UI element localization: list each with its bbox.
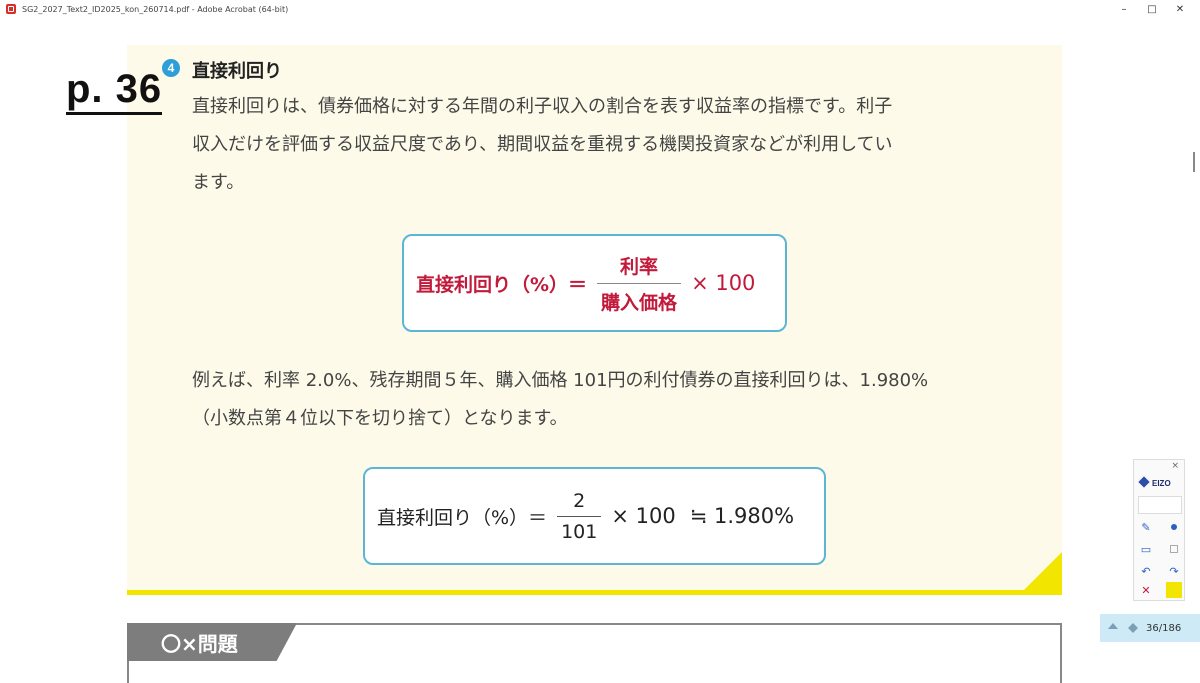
maximize-button[interactable]: □: [1138, 0, 1166, 18]
pen-dot-icon[interactable]: [1166, 520, 1182, 534]
formula-definition-box: 直接利回り（%）＝ 利率 購入価格 × 100: [402, 234, 787, 332]
toolbar-close-icon[interactable]: ×: [1171, 461, 1179, 471]
formula-denominator: 購入価格: [597, 282, 682, 315]
redo-icon[interactable]: ↷: [1166, 564, 1182, 578]
hand-tool-button[interactable]: [1138, 496, 1182, 514]
example-paragraph: 例えば、利率 2.0%、残存期間５年、購入価格 101円の利付債券の直接利回りは…: [192, 362, 1037, 438]
section-number-badge: 4: [162, 59, 180, 77]
page-up-icon[interactable]: [1108, 623, 1118, 629]
formula-example-box: 直接利回り（%）＝ 2 101 × 100 ≒ 1.980%: [363, 467, 826, 565]
intro-line-2: 収入だけを評価する収益尺度であり、期間収益を重視する機関投資家などが利用してい: [192, 134, 893, 155]
intro-line-3: ます。: [192, 172, 245, 193]
example-result: ≒ 1.980%: [689, 504, 795, 528]
page-number-label: p. 36: [66, 68, 163, 115]
section-heading: 直接利回り: [192, 61, 282, 82]
page-nav-icon[interactable]: [1128, 623, 1138, 633]
formula-numerator: 利率: [620, 255, 659, 278]
example-line-2: （小数点第４位以下を切り捨て）となります。: [192, 408, 568, 429]
window-controls: – □ ✕: [1110, 0, 1194, 18]
formula-fraction: 利率 購入価格: [597, 252, 682, 315]
page-counter: 36/186: [1146, 622, 1182, 634]
window-title: SG2_2027_Text2_ID2025_kon_260714.pdf - A…: [22, 4, 289, 14]
panel-corner-decoration: [1022, 552, 1062, 592]
intro-line-1: 直接利回りは、債券価格に対する年間の利子収入の割合を表す収益率の指標です。利子: [192, 96, 893, 117]
example-formula-fraction: 2 101: [557, 489, 602, 543]
example-multiplier: × 100: [611, 504, 676, 528]
example-line-1: 例えば、利率 2.0%、残存期間５年、購入価格 101円の利付債券の直接利回りは…: [192, 370, 929, 391]
eizo-pen-toolbar: × EIZO ✎ ▭ ↶ ↷ ✕: [1133, 459, 1185, 601]
eraser-icon[interactable]: ▭: [1138, 542, 1154, 556]
example-numerator: 2: [573, 489, 586, 512]
example-formula-label: 直接利回り（%）＝: [377, 506, 548, 529]
formula-label: 直接利回り（%）＝: [416, 273, 588, 296]
intro-paragraph: 直接利回りは、債券価格に対する年間の利子収入の割合を表す収益率の指標です。利子 …: [192, 88, 1037, 202]
minimize-button[interactable]: –: [1110, 0, 1138, 18]
formula-multiplier: × 100: [691, 271, 756, 295]
pen-icon[interactable]: ✎: [1138, 520, 1154, 534]
quiz-section-tab: 〇×問題: [127, 623, 297, 661]
close-button[interactable]: ✕: [1166, 0, 1194, 18]
title-bar: SG2_2027_Text2_ID2025_kon_260714.pdf - A…: [0, 0, 1200, 18]
undo-icon[interactable]: ↶: [1138, 564, 1154, 578]
app-icon[interactable]: [1166, 582, 1182, 598]
panel-bottom-line: [127, 590, 1062, 595]
acrobat-icon: [6, 4, 16, 14]
example-denominator: 101: [557, 515, 602, 543]
scrollbar-thumb[interactable]: [1193, 152, 1195, 172]
clear-icon[interactable]: ✕: [1138, 583, 1154, 597]
eizo-logo: EIZO: [1140, 478, 1171, 488]
page-indicator: 36/186: [1100, 614, 1200, 642]
eraser-square-icon[interactable]: [1166, 542, 1182, 556]
